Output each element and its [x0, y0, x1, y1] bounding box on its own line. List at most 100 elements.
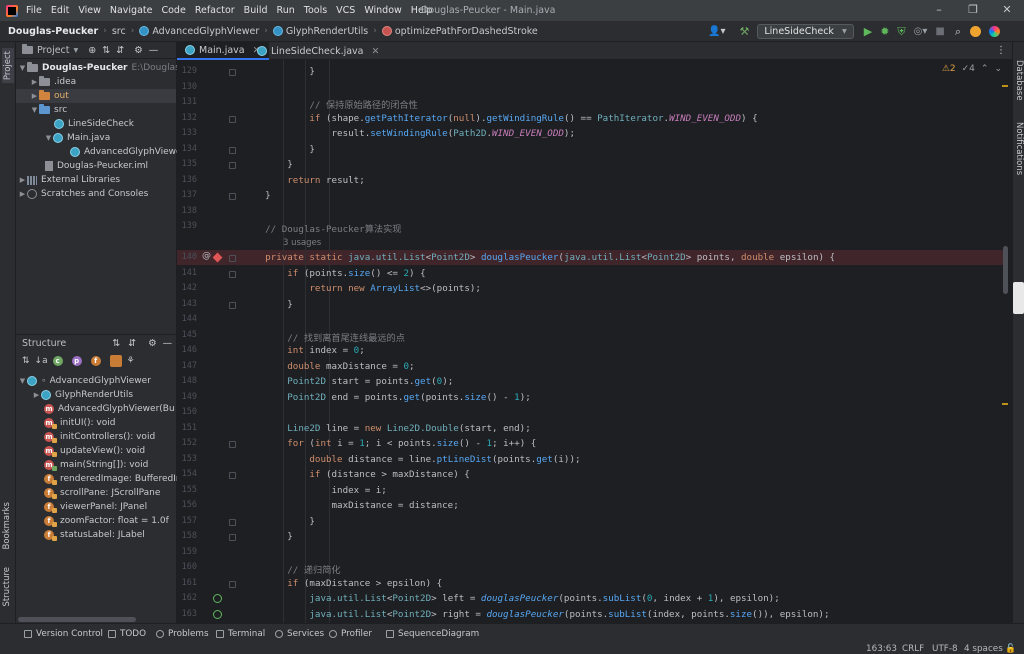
close-tab-icon[interactable]: ✕ [372, 46, 380, 57]
tree-item-main-java[interactable]: ▼ Main.java [44, 131, 110, 145]
structure-item[interactable]: f zoomFactor: float = 1.0f [44, 514, 169, 528]
line-number[interactable]: 159 [177, 547, 197, 557]
breadcrumb-method[interactable]: optimizePathForDashedStroke [395, 26, 538, 37]
tree-item-src[interactable]: ▼ src [30, 103, 67, 117]
breadcrumb-class[interactable]: AdvancedGlyphViewer [152, 26, 259, 37]
fold-marker-icon[interactable] [229, 69, 236, 76]
menu-navigate[interactable]: Navigate [110, 5, 153, 16]
fold-marker-icon[interactable] [229, 270, 236, 278]
line-number[interactable]: 143 [177, 299, 197, 309]
collapse-all-icon[interactable]: ⇵ [128, 338, 136, 349]
code-line[interactable]: // 递归简化 [243, 562, 340, 577]
weak-warning-count[interactable]: ✓4 [962, 64, 975, 74]
code-line[interactable]: } [243, 516, 315, 531]
line-number[interactable]: 133 [177, 128, 197, 138]
code-line[interactable]: java.util.List<Point2D> right = douglasP… [243, 609, 829, 624]
gear-icon[interactable]: ⚙ [148, 338, 157, 349]
code-editor[interactable]: 129 130 131 132 133 134 135 136 137 138 139 140 141 1… [177, 60, 1012, 623]
structure-item[interactable]: m initUI(): void [44, 416, 115, 430]
tree-item-iml[interactable]: Douglas-Peucker.iml [44, 159, 148, 173]
code-line[interactable]: } [243, 299, 293, 314]
tool-window-terminal[interactable]: Terminal [216, 629, 265, 639]
debug-icon[interactable]: ✹ [880, 25, 889, 38]
line-number[interactable]: 147 [177, 361, 197, 371]
fold-marker-icon[interactable] [229, 255, 236, 262]
non-public-icon[interactable] [109, 355, 122, 367]
code-line[interactable]: if (maxDistance > epsilon) { [243, 578, 442, 593]
code-line[interactable]: result.setWindingRule(Path2D.WIND_EVEN_O… [243, 128, 575, 143]
code-line[interactable]: int index = 0; [243, 345, 365, 360]
line-number[interactable]: 157 [177, 516, 197, 526]
fold-marker-icon[interactable] [229, 472, 236, 479]
code-line[interactable]: } [243, 159, 293, 174]
line-number[interactable]: 135 [177, 159, 197, 169]
tree-item-out[interactable]: ▶ out [16, 89, 176, 103]
tree-item-external-libraries[interactable]: ▶ External Libraries [18, 173, 120, 187]
usages-hint[interactable]: 3 usages [283, 238, 321, 248]
code-line[interactable]: Line2D line = new Line2D.Double(start, e… [243, 423, 530, 438]
code-line[interactable]: } [243, 531, 293, 546]
code-line[interactable]: java.util.List<Point2D> left = douglasPe… [243, 593, 779, 608]
breakpoint-icon[interactable] [212, 252, 223, 263]
editor-gutter[interactable]: 129 130 131 132 133 134 135 136 137 138 139 140 141 1… [177, 60, 243, 623]
code-line[interactable]: if (distance > maxDistance) { [243, 469, 469, 484]
line-number[interactable]: 134 [177, 144, 197, 154]
line-number[interactable]: 142 [177, 283, 197, 293]
structure-item[interactable]: f viewerPanel: JPanel [44, 500, 147, 514]
line-number[interactable]: 154 [177, 469, 197, 479]
tab-linesidecheck-java[interactable]: LineSideCheck.java ✕ [249, 42, 387, 60]
hierarchy-icon[interactable]: ⚘ [127, 356, 135, 366]
sort-alpha-icon[interactable]: ↓a [35, 356, 48, 366]
tool-window-services[interactable]: Services [275, 629, 324, 639]
hammer-icon[interactable]: ⚒ [739, 25, 749, 38]
breadcrumb-src[interactable]: src [112, 26, 126, 37]
project-view-label[interactable]: Project [37, 45, 70, 56]
fold-marker-icon[interactable] [229, 146, 236, 154]
menu-tools[interactable]: Tools [304, 5, 327, 16]
side-handle[interactable] [1013, 282, 1024, 314]
chevron-down-icon[interactable]: ⌄ [994, 64, 1002, 74]
locate-icon[interactable]: ⊕ [88, 45, 96, 56]
menu-vcs[interactable]: VCS [336, 5, 355, 16]
hide-icon[interactable]: — [149, 45, 159, 56]
fold-marker-icon[interactable] [229, 534, 236, 541]
indent-setting[interactable]: 4 spaces [964, 644, 1003, 654]
properties-icon[interactable]: p [71, 356, 82, 366]
line-number[interactable]: 150 [177, 407, 197, 417]
line-number[interactable]: 141 [177, 268, 197, 278]
code-line[interactable]: double distance = line.ptLineDist(points… [243, 454, 580, 469]
structure-item[interactable]: m initControllers(): void [44, 430, 155, 444]
fold-marker-icon[interactable] [229, 301, 236, 309]
line-number[interactable]: 153 [177, 454, 197, 464]
structure-root[interactable]: ▼ ∘ AdvancedGlyphViewer [18, 374, 151, 388]
tool-window-notifications[interactable]: Notifications [1014, 122, 1024, 175]
line-number[interactable]: 155 [177, 485, 197, 495]
menu-build[interactable]: Build [244, 5, 268, 16]
gear-icon[interactable]: ⚙ [134, 45, 143, 56]
line-number[interactable]: 160 [177, 562, 197, 572]
inspection-widget[interactable]: ⚠2 ✓4 ⌃ ⌄ [942, 64, 1002, 74]
menu-window[interactable]: Window [364, 5, 401, 16]
code-line[interactable]: } [243, 190, 271, 205]
chevron-up-icon[interactable]: ⌃ [981, 64, 989, 74]
settings-logo-icon[interactable] [989, 26, 1001, 37]
run-icon[interactable]: ▶ [864, 25, 872, 38]
line-number[interactable]: 129 [177, 66, 197, 76]
structure-item[interactable]: ▶ GlyphRenderUtils [32, 388, 133, 402]
tool-window-database[interactable]: Database [1014, 60, 1024, 101]
code-line[interactable]: for (int i = 1; i < points.size() - 1; i… [243, 438, 536, 453]
line-number[interactable]: 131 [177, 97, 197, 107]
search-icon[interactable]: ⌕ [955, 25, 961, 39]
vertical-scrollbar[interactable] [1003, 246, 1008, 294]
code-line[interactable]: maxDistance = distance; [243, 500, 459, 515]
tool-window-structure[interactable]: Structure [2, 567, 12, 607]
tool-window-sequence-diagram[interactable]: SequenceDiagram [386, 629, 479, 639]
breadcrumb-project[interactable]: Douglas-Peucker [8, 26, 98, 37]
line-number[interactable]: 136 [177, 175, 197, 185]
more-run-icon[interactable]: ◎▾ [914, 26, 928, 37]
stop-icon[interactable]: ■ [935, 26, 944, 37]
tool-window-project[interactable]: Project [2, 48, 14, 84]
code-line[interactable]: } [243, 66, 315, 81]
fold-marker-icon[interactable] [229, 580, 236, 588]
more-tabs-icon[interactable]: ⋮ [996, 45, 1006, 56]
